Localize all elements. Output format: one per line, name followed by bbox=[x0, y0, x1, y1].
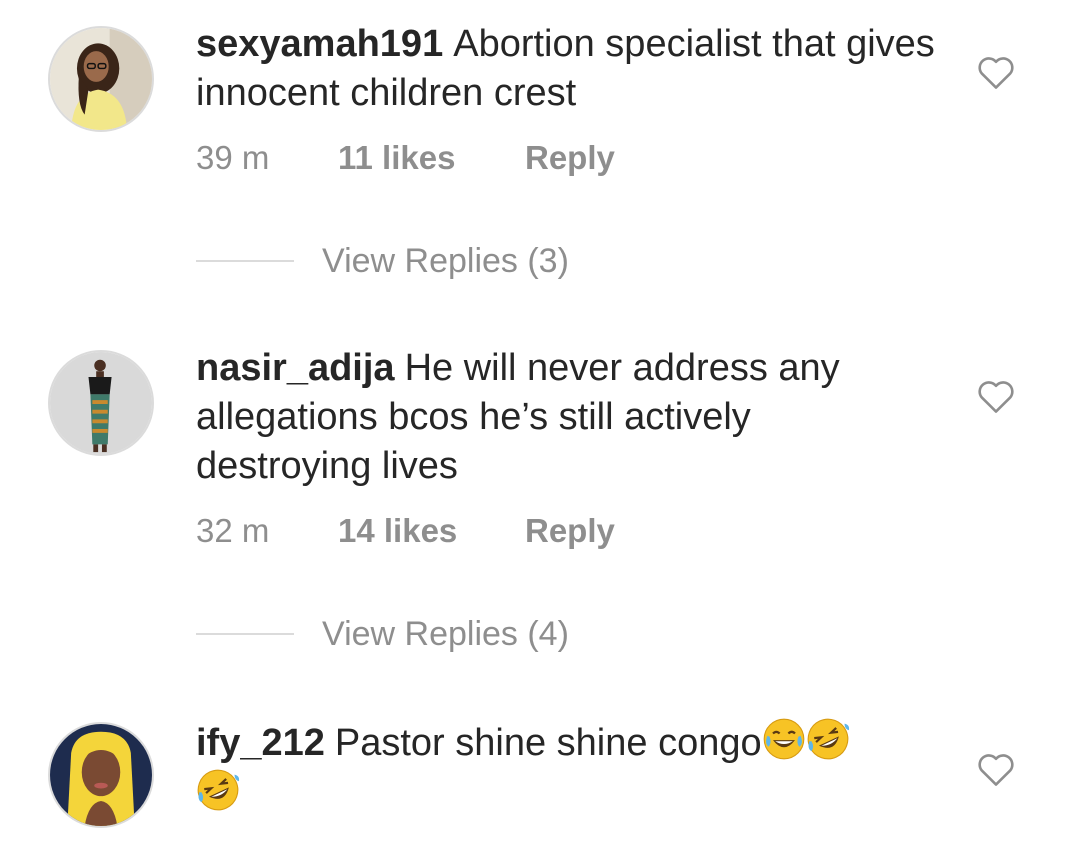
rofl-emoji-icon bbox=[197, 769, 240, 811]
tears-of-joy-emoji-icon bbox=[763, 718, 804, 760]
heart-outline-icon[interactable] bbox=[976, 378, 1016, 414]
comment-body: ify_212 Pastor shine shine congo bbox=[196, 717, 936, 819]
comment-time: 39 m bbox=[196, 139, 270, 176]
rofl-emoji-icon bbox=[807, 718, 849, 760]
comment-likes[interactable]: 11 likes bbox=[338, 139, 525, 177]
avatar-photo bbox=[50, 28, 152, 130]
comment-body: sexyamah191 Abortion specialist that give… bbox=[196, 20, 936, 118]
avatar-photo bbox=[50, 724, 152, 826]
comment-meta: 39 m 11 likes Reply bbox=[196, 139, 615, 177]
comment-likes[interactable]: 14 likes bbox=[338, 512, 525, 550]
view-replies-button[interactable]: View Replies (4) bbox=[196, 614, 569, 654]
avatar[interactable] bbox=[48, 350, 154, 456]
comment-username[interactable]: ify_212 bbox=[196, 722, 325, 764]
comment-username[interactable]: sexyamah191 bbox=[196, 23, 443, 65]
comment-time: 32 m bbox=[196, 512, 270, 549]
divider-line bbox=[196, 633, 294, 635]
avatar-photo bbox=[50, 352, 152, 454]
heart-outline-icon[interactable] bbox=[976, 751, 1016, 787]
comment-body: nasir_adija He will never address any all… bbox=[196, 344, 936, 491]
view-replies-label: View Replies (3) bbox=[322, 241, 569, 280]
comment-meta: 32 m 14 likes Reply bbox=[196, 512, 615, 550]
comment-text: Pastor shine shine congo bbox=[334, 722, 762, 764]
view-replies-label: View Replies (4) bbox=[322, 614, 569, 653]
view-replies-button[interactable]: View Replies (3) bbox=[196, 241, 569, 281]
divider-line bbox=[196, 260, 294, 262]
avatar[interactable] bbox=[48, 26, 154, 132]
comment-username[interactable]: nasir_adija bbox=[196, 347, 395, 389]
avatar[interactable] bbox=[48, 722, 154, 828]
reply-button[interactable]: Reply bbox=[525, 512, 615, 550]
heart-outline-icon[interactable] bbox=[976, 54, 1016, 90]
reply-button[interactable]: Reply bbox=[525, 139, 615, 177]
